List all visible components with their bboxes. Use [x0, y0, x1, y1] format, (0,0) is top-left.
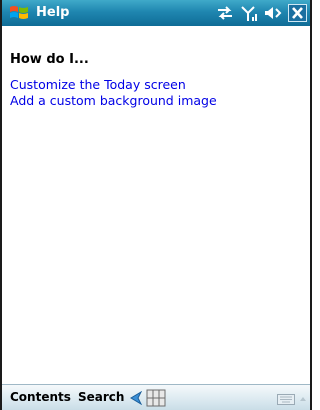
back-icon[interactable]	[129, 391, 143, 405]
windows-start-icon[interactable]	[8, 3, 30, 23]
page-heading: How do I...	[10, 52, 89, 67]
menu-bar: Contents Search	[2, 384, 310, 410]
close-icon	[292, 7, 303, 19]
help-content: How do I... Customize the Today screen A…	[10, 52, 302, 109]
link-custom-background[interactable]: Add a custom background image	[10, 93, 302, 109]
grid-icon[interactable]	[146, 389, 166, 407]
connectivity-icon[interactable]	[215, 4, 235, 22]
app-title: Help	[36, 5, 70, 20]
input-arrow-icon[interactable]	[299, 395, 307, 403]
keyboard-icon[interactable]	[277, 394, 295, 405]
close-button[interactable]	[288, 4, 307, 22]
device-screen: Help How do I... Customize the Today scr…	[0, 0, 312, 410]
link-customize-today[interactable]: Customize the Today screen	[10, 77, 302, 93]
search-softkey[interactable]: Search	[78, 390, 124, 404]
volume-icon[interactable]	[263, 4, 283, 22]
title-bar: Help	[2, 0, 310, 26]
signal-icon[interactable]	[240, 4, 260, 22]
contents-softkey[interactable]: Contents	[10, 390, 71, 404]
